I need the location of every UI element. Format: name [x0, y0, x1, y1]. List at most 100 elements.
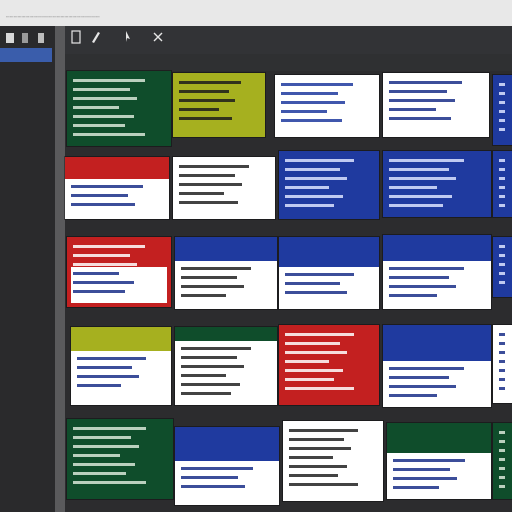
panel-icon[interactable]	[38, 33, 44, 43]
thumbnail-text-line	[389, 81, 462, 84]
thumbnail-text-line	[73, 263, 137, 266]
thumbnail-text-line	[389, 385, 456, 388]
thumbnail-text-line	[499, 245, 505, 248]
thumb-green-2[interactable]	[67, 419, 173, 499]
new-doc-button[interactable]	[69, 30, 83, 46]
thumbnail-text-line	[181, 365, 244, 368]
thumbnail-text-line	[73, 88, 130, 91]
thumbnail-text-line	[181, 374, 226, 377]
thumbnail-header	[175, 427, 279, 461]
thumbnail-text-line	[285, 369, 343, 372]
close-icon	[153, 32, 163, 42]
sidebar-splitter[interactable]	[55, 26, 65, 512]
thumbnail-text-line	[499, 195, 505, 198]
thumbnail-text-line	[181, 356, 237, 359]
thumbnail-text-line	[73, 254, 130, 257]
thumbnail-text-line	[393, 459, 465, 462]
thumbnail-text-line	[73, 124, 125, 127]
thumbnail-text-line	[285, 333, 354, 336]
sidebar-item[interactable]	[2, 82, 52, 89]
thumb-navy-white-1[interactable]	[175, 237, 277, 309]
thumb-navy-white-3[interactable]	[383, 235, 491, 309]
thumbnail-text-line	[389, 367, 464, 370]
thumbnail-text-line	[389, 285, 456, 288]
sidebar-item-selected[interactable]	[0, 48, 52, 62]
thumb-navy-2[interactable]	[279, 151, 379, 219]
thumb-white-3[interactable]	[173, 157, 275, 219]
close-button[interactable]	[151, 30, 165, 46]
sidebar-item[interactable]	[2, 106, 52, 113]
thumbnail-text-line	[499, 272, 505, 275]
thumbnail-text-line	[389, 186, 437, 189]
thumbnail-header	[279, 237, 379, 267]
thumbnail-text-line	[179, 108, 219, 111]
thumbnail-text-line	[73, 281, 134, 284]
thumbnail-text-line	[71, 185, 143, 188]
thumbnail-text-line	[393, 477, 457, 480]
thumbnail-text-line	[499, 449, 505, 452]
thumb-olive-2[interactable]	[71, 327, 171, 405]
thumbnail-text-line	[389, 195, 452, 198]
thumb-olive-1[interactable]	[173, 73, 265, 137]
thumbnail-text-line	[179, 201, 238, 204]
thumbnail-text-line	[499, 360, 505, 363]
pen-icon	[92, 32, 100, 43]
thumbnail-text-line	[181, 383, 240, 386]
thumbnail-text-line	[73, 115, 134, 118]
thumbnail-text-line	[499, 431, 505, 434]
thumbnail-text-line	[499, 387, 505, 390]
thumbnail-text-line	[181, 267, 251, 270]
thumbnail-text-line	[389, 376, 449, 379]
app-window	[0, 26, 512, 512]
cursor-button[interactable]	[121, 30, 135, 46]
thumbnail-header	[387, 423, 491, 453]
thumbnail-text-line	[73, 445, 139, 448]
thumbnail-text-line	[179, 90, 229, 93]
thumbnail-header	[383, 325, 491, 361]
sidebar-item[interactable]	[2, 144, 52, 151]
thumbnail-text-line	[73, 454, 120, 457]
thumbnail-text-line	[73, 472, 126, 475]
thumbnail-text-line	[499, 177, 505, 180]
thumbnail-text-line	[499, 458, 505, 461]
thumb-navy-3[interactable]	[383, 151, 491, 217]
thumb-navy-white-5[interactable]	[175, 427, 279, 505]
pen-button[interactable]	[89, 30, 103, 46]
thumbnail-text-line	[499, 128, 505, 131]
sidebar-item[interactable]	[2, 94, 52, 101]
thumb-navy-white-4[interactable]	[383, 325, 491, 407]
thumb-navy-white-2[interactable]	[279, 237, 379, 309]
thumbnail-header	[175, 327, 277, 341]
thumb-white-4[interactable]	[175, 327, 277, 405]
thumb-white-6[interactable]	[283, 421, 383, 501]
thumbnail-text-line	[499, 467, 505, 470]
thumbnail-text-line	[179, 192, 224, 195]
thumb-white-2[interactable]	[383, 73, 489, 137]
thumb-navy-4[interactable]	[493, 151, 512, 217]
sidebar-item[interactable]	[2, 70, 52, 77]
thumb-green-white-1[interactable]	[387, 423, 491, 499]
thumbnail-text-line	[281, 92, 338, 95]
thumb-red-white-1[interactable]	[65, 157, 169, 219]
thumb-red-2[interactable]	[279, 325, 379, 405]
sidebar-item[interactable]	[2, 164, 52, 171]
thumbnail-text-line	[181, 467, 253, 470]
thumbnail-text-line	[285, 282, 340, 285]
thumbnail-text-line	[73, 106, 119, 109]
thumbnail-text-line	[499, 254, 505, 257]
sidebar-item[interactable]	[2, 154, 52, 161]
split-icon[interactable]	[22, 33, 28, 43]
file-icon[interactable]	[6, 33, 14, 43]
sidebar-item[interactable]	[2, 118, 52, 125]
sidebar-item[interactable]	[2, 174, 52, 181]
thumbnail-text-line	[499, 168, 505, 171]
thumb-white-1[interactable]	[275, 75, 379, 137]
thumb-green-3[interactable]	[493, 423, 512, 499]
thumb-white-5[interactable]	[493, 325, 512, 403]
thumb-green-1[interactable]	[67, 71, 171, 146]
thumb-navy-5[interactable]	[493, 237, 512, 297]
thumb-navy-1[interactable]	[493, 75, 512, 145]
thumbnail-text-line	[179, 117, 232, 120]
thumbnail-text-line	[289, 483, 358, 486]
thumb-red-1[interactable]	[67, 237, 171, 307]
